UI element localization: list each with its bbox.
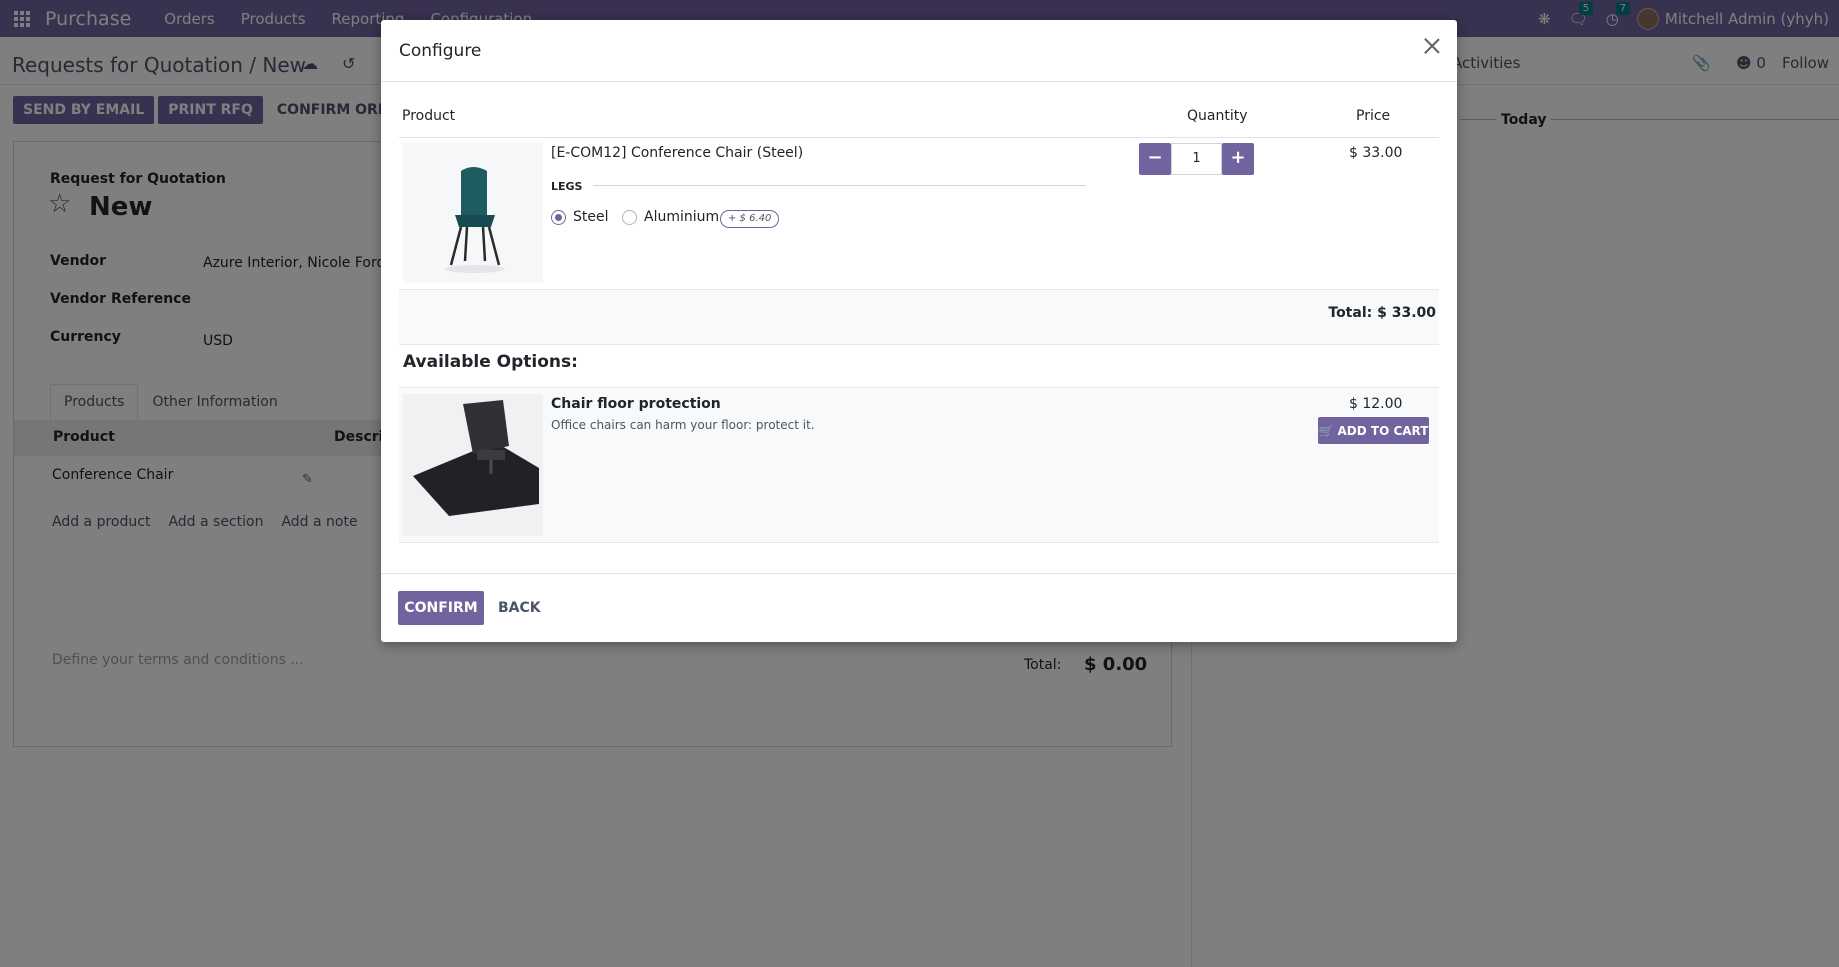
radio-aluminium-label[interactable]: Aluminium [644, 209, 719, 225]
optional-product-image [403, 394, 543, 536]
quantity-input[interactable]: 1 [1171, 143, 1222, 175]
add-to-cart-button[interactable]: 🛒 ADD TO CART [1318, 417, 1429, 444]
radio-steel[interactable] [551, 210, 566, 225]
configurator-total: Total: $ 33.00 [1328, 305, 1436, 321]
quantity-increase-button[interactable]: + [1222, 143, 1254, 175]
configure-dialog: Configure Product Quantity Price [E-COM1… [381, 20, 1457, 642]
dialog-footer: CONFIRM BACK [381, 573, 1457, 642]
available-options-title: Available Options: [403, 352, 578, 372]
configured-product-name: [E-COM12] Conference Chair (Steel) [551, 145, 804, 161]
confirm-button[interactable]: CONFIRM [398, 591, 484, 625]
dialog-header: Configure [381, 20, 1457, 82]
configurator-table-header: Product Quantity Price [399, 108, 1439, 138]
product-price: $ 33.00 [1349, 145, 1403, 161]
close-icon[interactable] [1423, 37, 1441, 55]
cart-icon: 🛒 [1318, 423, 1334, 438]
header-product: Product [402, 108, 456, 124]
quantity-decrease-button[interactable]: − [1139, 143, 1171, 175]
radio-aluminium[interactable] [622, 210, 637, 225]
header-quantity: Quantity [1187, 108, 1248, 124]
optional-product-description: Office chairs can harm your floor: prote… [551, 418, 815, 432]
attribute-divider [593, 185, 1086, 186]
back-button[interactable]: BACK [498, 591, 541, 625]
radio-steel-label[interactable]: Steel [573, 209, 609, 225]
product-image [403, 143, 543, 283]
optional-product-price: $ 12.00 [1349, 396, 1403, 412]
add-to-cart-label: ADD TO CART [1337, 423, 1429, 438]
optional-product-name: Chair floor protection [551, 396, 721, 412]
header-price: Price [1356, 108, 1391, 124]
configurator-total-row: Total: $ 33.00 [399, 289, 1439, 345]
dialog-title: Configure [399, 41, 482, 61]
attribute-legs-label: LEGS [551, 180, 583, 193]
aluminium-extra-price-badge: + $ 6.40 [720, 210, 780, 228]
